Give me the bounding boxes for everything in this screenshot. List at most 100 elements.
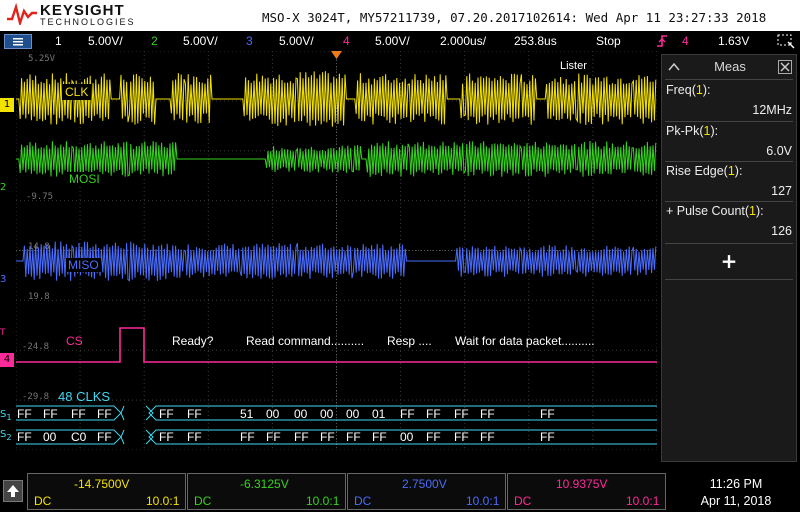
- collapse-up-icon[interactable]: [668, 62, 680, 72]
- bus-s1-value: 00: [294, 407, 308, 421]
- level-1: 5.25V: [28, 54, 56, 64]
- measurements-panel: Meas Freq(1): 12MHz Pk-Pk(1): 6.0V Rise …: [661, 54, 797, 462]
- clock: 11:26 PM Apr 11, 2018: [676, 476, 796, 510]
- bus-s1-value: FF: [97, 407, 112, 421]
- ch3-offset: 2.7500V: [402, 477, 447, 491]
- time-reference-marker[interactable]: [331, 51, 342, 59]
- ch3-coupling: DC: [354, 494, 372, 508]
- ch3-ground-marker[interactable]: 3: [0, 273, 14, 287]
- cs-label: CS: [66, 334, 83, 348]
- level-2: -9.75: [26, 192, 54, 202]
- resp-annotation: Resp ....: [387, 334, 432, 348]
- trigger-level-marker[interactable]: T: [0, 327, 14, 339]
- bus-s2-value: FF: [266, 430, 281, 444]
- lister-label[interactable]: Lister: [560, 60, 587, 72]
- ch2-ground-marker[interactable]: 2: [0, 181, 14, 195]
- arrow-up-icon: [7, 485, 19, 497]
- ch2-info-box[interactable]: -6.3125V DC 10.0:1: [187, 473, 346, 510]
- bus-s1-value: FF: [400, 407, 415, 421]
- brand-subtitle: TECHNOLOGIES: [40, 17, 136, 27]
- ch4-ground-marker[interactable]: 4: [0, 353, 14, 367]
- bus-s2-value: FF: [426, 430, 441, 444]
- bus-s1-value: 51: [240, 407, 254, 421]
- bus-s2-marker[interactable]: S2: [0, 428, 14, 442]
- bus-s2-value: FF: [187, 430, 202, 444]
- clks-annotation: 48 CLKS: [58, 389, 111, 404]
- ch1-scale[interactable]: 5.00V/: [88, 34, 123, 48]
- run-state[interactable]: Stop: [596, 34, 621, 48]
- ch1-number[interactable]: 1: [55, 34, 62, 48]
- delay[interactable]: 253.8us: [514, 34, 557, 48]
- ch1-ground-marker[interactable]: 1: [0, 98, 14, 112]
- mosi-label: MOSI: [67, 172, 102, 186]
- meas-pulse-count-label[interactable]: + Pulse Count(1):: [666, 204, 764, 218]
- meas-pkpk-label[interactable]: Pk-Pk(1):: [666, 124, 718, 138]
- ch1-probe: 10.0:1: [146, 494, 180, 508]
- timebase[interactable]: 2.000us/: [440, 34, 486, 48]
- bus-s1-value: FF: [187, 407, 202, 421]
- ch3-number[interactable]: 3: [246, 34, 253, 48]
- meas-pkpk-value: 6.0V: [766, 144, 792, 158]
- close-icon[interactable]: [778, 60, 792, 74]
- clock-time: 11:26 PM: [709, 477, 763, 491]
- level-3: 14.8: [28, 242, 50, 252]
- meas-pulse-count-value: 126: [771, 224, 792, 238]
- ch4-coupling: DC: [514, 494, 532, 508]
- bus-s2-value: FF: [159, 430, 174, 444]
- trigger-level[interactable]: 1.63V: [718, 34, 749, 48]
- ch1-offset: -14.7500V: [74, 477, 130, 491]
- miso-label: MISO: [66, 258, 101, 272]
- bus-s2-value: FF: [346, 430, 361, 444]
- bus-s2-value: FF: [97, 430, 112, 444]
- separator: [665, 243, 793, 244]
- ch4-info-box[interactable]: 10.9375V DC 10.0:1: [507, 473, 666, 510]
- ch2-scale[interactable]: 5.00V/: [183, 34, 218, 48]
- bus-s2-value: FF: [320, 430, 335, 444]
- bus-s2-value: FF: [294, 430, 309, 444]
- bus-s2-lane-join: [120, 429, 125, 445]
- bus-s1-marker[interactable]: S1: [0, 408, 14, 422]
- bus-s2-value: FF: [372, 430, 387, 444]
- bus-s1-value: FF: [17, 407, 32, 421]
- level-5: -24.8: [22, 342, 50, 352]
- ch1-waveform: [16, 71, 657, 127]
- separator: [665, 79, 793, 80]
- trigger-channel[interactable]: 4: [682, 34, 689, 48]
- zoom-select-icon[interactable]: [776, 33, 796, 49]
- bus-s2-value: 00: [400, 430, 414, 444]
- ch4-probe: 10.0:1: [626, 494, 660, 508]
- ch3-scale[interactable]: 5.00V/: [279, 34, 314, 48]
- trigger-edge-icon: [657, 35, 667, 47]
- ready-annotation: Ready?: [172, 334, 214, 348]
- meas-rise-edge-value: 127: [771, 184, 792, 198]
- ch2-number[interactable]: 2: [151, 34, 158, 48]
- waveform-display[interactable]: [16, 51, 657, 450]
- bus-s2-value: 00: [43, 430, 57, 444]
- ch2-offset: -6.3125V: [240, 477, 289, 491]
- ch2-waveform: [16, 140, 657, 177]
- menu-button[interactable]: [4, 34, 32, 49]
- bus-s2-value: C0: [71, 430, 87, 444]
- bus-s1-value: FF: [426, 407, 441, 421]
- home-button[interactable]: [3, 480, 23, 502]
- meas-freq-label[interactable]: Freq(1):: [666, 83, 710, 97]
- keysight-logo-icon: [7, 3, 37, 25]
- clock-date: Apr 11, 2018: [700, 494, 772, 508]
- separator: [665, 121, 793, 122]
- ch4-scale[interactable]: 5.00V/: [375, 34, 410, 48]
- bus-s2-value: FF: [240, 430, 255, 444]
- meas-freq-value: 12MHz: [752, 103, 792, 117]
- ch4-number[interactable]: 4: [343, 34, 350, 48]
- bus-s1-value: FF: [43, 407, 58, 421]
- ch3-info-box[interactable]: 2.7500V DC 10.0:1: [347, 473, 506, 510]
- level-4: 19.8: [28, 292, 50, 302]
- read-command-annotation: Read command..........: [246, 334, 365, 348]
- ch1-info-box[interactable]: -14.7500V DC 10.0:1: [27, 473, 186, 510]
- ch2-coupling: DC: [194, 494, 212, 508]
- bus-s1-value: FF: [159, 407, 174, 421]
- meas-rise-edge-label[interactable]: Rise Edge(1):: [666, 164, 742, 178]
- add-measurement-button[interactable]: +: [662, 249, 796, 273]
- wait-annotation: Wait for data packet..........: [455, 334, 595, 348]
- status-bar: 1 5.00V/ 2 5.00V/ 3 5.00V/ 4 5.00V/ 2.00…: [0, 31, 800, 51]
- ch1-coupling: DC: [34, 494, 52, 508]
